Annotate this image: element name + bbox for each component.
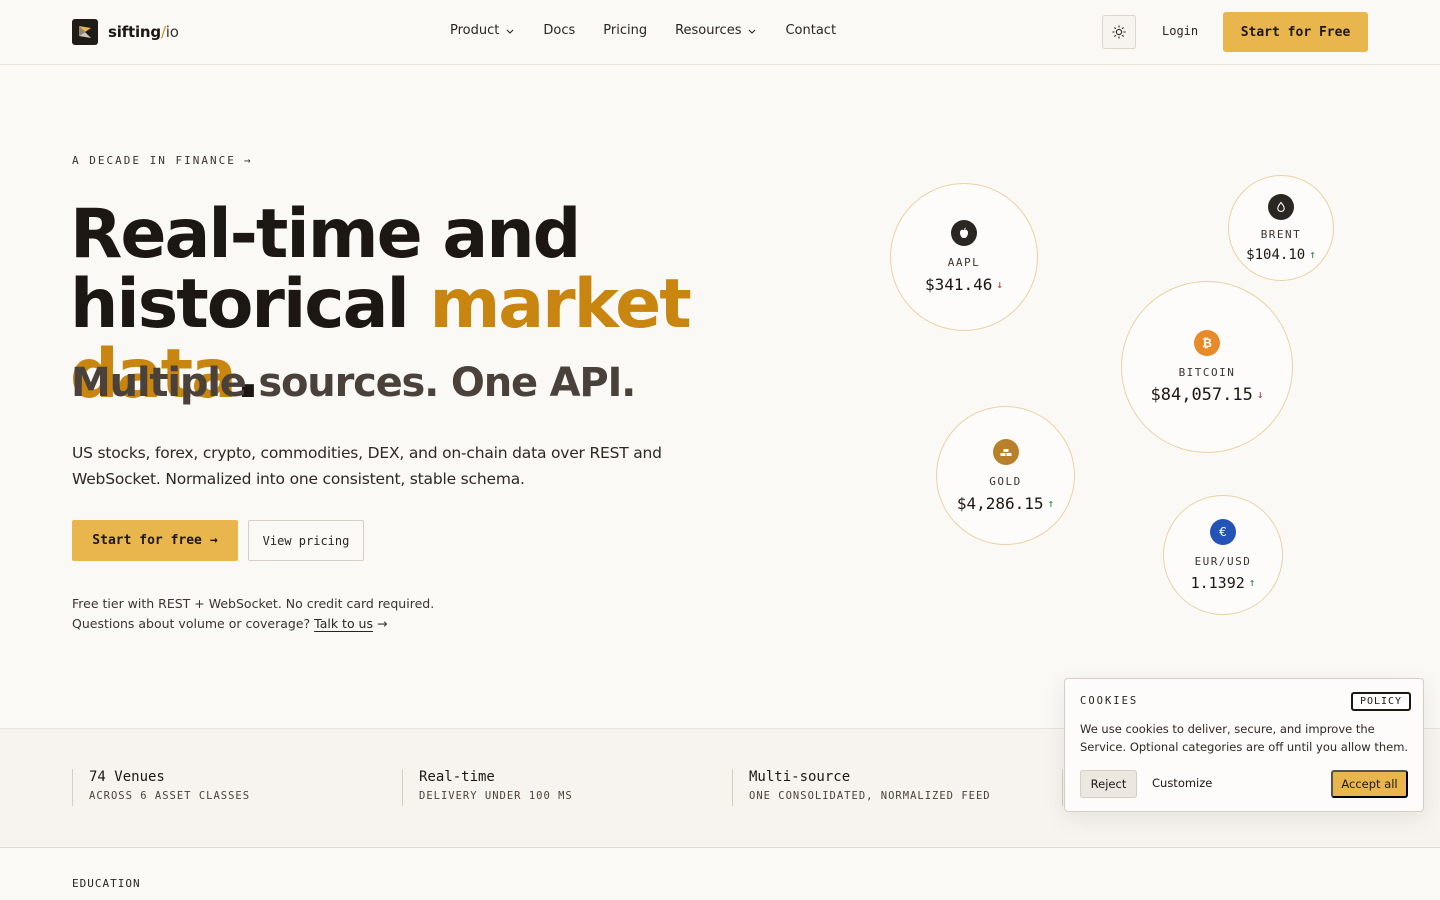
price-value: 1.1392 [1190,573,1245,592]
note-text: Questions about volume or coverage? [72,616,315,631]
site-header: sifting/io Product Docs Pricing Resource… [0,0,1440,65]
arrow-down-icon: ↓ [996,278,1004,291]
login-link[interactable]: Login [1162,24,1198,38]
start-free-header-button[interactable]: Start for Free [1223,12,1368,52]
oil-drop-icon [1268,193,1294,220]
hero-subtitle: Multiple sources. One API. [71,360,636,406]
note-line-1: Free tier with REST + WebSocket. No cred… [72,596,435,611]
nav-label: Product [450,23,500,38]
ticker-bubble-brent: BRENT $104.10 ↑ [1228,175,1334,281]
arrow-up-icon: ↑ [1047,496,1055,510]
ticker-bubble-aapl: AAPL $341.46 ↓ [890,183,1038,331]
stat-title: 74 Venues [89,769,165,785]
nav-item-docs[interactable]: Docs [543,23,575,38]
arrow-up-icon: ↑ [1309,248,1316,261]
nav-label: Resources [675,23,742,38]
stat-subtitle: ACROSS 6 ASSET CLASSES [89,790,251,802]
cookie-policy-link[interactable]: POLICY [1351,692,1411,711]
price-value: $84,057.15 [1150,384,1253,405]
ticker-symbol: BRENT [1260,227,1302,241]
chevron-down-icon [749,29,756,34]
title-line-1: Real-time and [70,195,581,274]
stat-subtitle: ONE CONSOLIDATED, NORMALIZED FEED [749,790,991,802]
ticker-price: $341.46 ↓ [925,275,1003,294]
arrow-down-icon: ↓ [1256,388,1264,401]
cookie-customize-button[interactable]: Customize [1152,776,1212,790]
nav-label: Docs [543,23,576,38]
arrow-right-icon: → [209,533,218,548]
brand-logo[interactable]: sifting/io [72,19,179,45]
arrow-right-icon: → [376,616,388,631]
arrow-up-icon: ↑ [1248,576,1256,589]
nav-item-product[interactable]: Product [450,23,515,38]
stat-title: Multi-source [749,769,851,785]
section-label-education: EDUCATION [72,877,141,890]
cookie-banner: COOKIES POLICY We use cookies to deliver… [1064,678,1424,812]
ticker-bubble-gold: GOLD $4,286.15 ↑ [936,406,1075,545]
arrow-right-icon: → [243,154,253,167]
bitcoin-icon: ₿ [1194,329,1220,356]
cookie-reject-button[interactable]: Reject [1080,770,1137,798]
nav-label: Contact [785,23,837,38]
start-for-free-button[interactable]: Start for free → [72,520,238,561]
theme-toggle-button[interactable] [1102,15,1136,49]
hero-note: Free tier with REST + WebSocket. No cred… [72,594,434,634]
ticker-price: $4,286.15 ↑ [957,494,1054,513]
hero-description: US stocks, forex, crypto, commodities, D… [72,444,662,488]
stat-subtitle: DELIVERY UNDER 100 MS [419,790,573,802]
ticker-price: $84,057.15 ↓ [1151,385,1264,405]
euro-icon: € [1210,518,1236,545]
talk-to-us-link[interactable]: Talk to us [314,616,373,631]
apple-icon [951,220,977,246]
stat-realtime: Real-time DELIVERY UNDER 100 MS [402,769,573,806]
view-pricing-button[interactable]: View pricing [248,520,364,561]
nav-label: Pricing [603,23,648,38]
note-line-2: Questions about volume or coverage? Talk… [72,614,434,634]
nav-item-resources[interactable]: Resources [675,23,757,38]
ticker-price: 1.1392 ↑ [1191,574,1256,592]
stat-multisource: Multi-source ONE CONSOLIDATED, NORMALIZE… [732,769,991,806]
ticker-symbol: EUR/USD [1194,554,1252,568]
brand-name: sifting/io [108,23,179,41]
cookie-message: We use cookies to deliver, secure, and i… [1080,722,1409,754]
ticker-symbol: GOLD [989,474,1022,488]
cookie-heading: COOKIES [1080,695,1139,707]
sun-icon [1112,25,1126,39]
cookie-accept-all-button[interactable]: Accept all [1331,770,1408,798]
gold-bars-icon [992,438,1019,465]
button-label: Start for free [92,533,202,548]
main-nav: Product Docs Pricing Resources Contact [450,23,864,38]
stat-title: Real-time [419,769,495,785]
ticker-bubble-bitcoin: ₿ BITCOIN $84,057.15 ↓ [1121,281,1293,453]
nav-item-contact[interactable]: Contact [785,23,836,38]
title-line-2: historical [70,265,430,344]
ticker-bubble-eurusd: € EUR/USD 1.1392 ↑ [1163,495,1283,615]
chevron-down-icon [506,29,514,34]
ticker-symbol: AAPL [947,256,981,269]
price-value: $4,286.15 [956,493,1044,513]
hero-eyebrow-link[interactable]: A DECADE IN FINANCE → [72,154,252,167]
logo-mark-icon [72,19,98,45]
price-value: $104.10 [1246,246,1306,263]
stat-venues: 74 Venues ACROSS 6 ASSET CLASSES [72,769,250,806]
nav-item-pricing[interactable]: Pricing [603,23,647,38]
ticker-symbol: BITCOIN [1178,365,1236,379]
price-value: $341.46 [924,275,993,294]
ticker-price: $104.10 ↑ [1246,247,1316,263]
eyebrow-text: A DECADE IN FINANCE [72,154,236,167]
